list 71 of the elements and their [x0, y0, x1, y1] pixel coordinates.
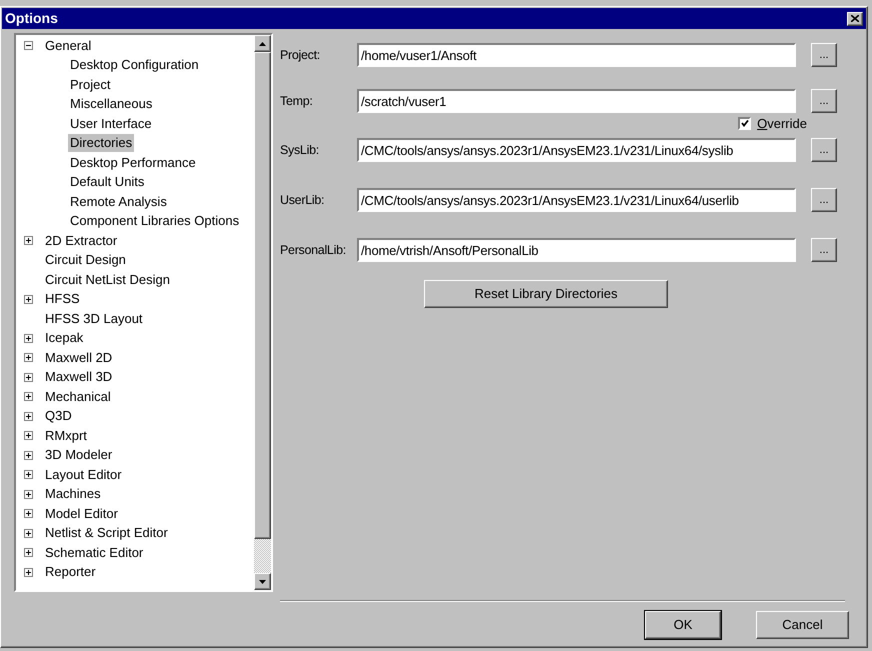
plus-box-icon[interactable]: [24, 548, 33, 558]
ok-button[interactable]: OK: [645, 611, 721, 639]
field-label: SysLib:: [280, 142, 320, 159]
tree-item[interactable]: HFSS 3D Layout: [43, 310, 145, 328]
tree-item[interactable]: Miscellaneous: [68, 95, 154, 114]
path-field[interactable]: /home/vuser1/Ansoft: [357, 43, 796, 67]
tree-item[interactable]: HFSS: [43, 290, 82, 308]
close-icon: [851, 15, 859, 22]
tree-item[interactable]: Netlist & Script Editor: [43, 524, 170, 542]
plus-box-icon[interactable]: [24, 372, 33, 382]
plus-box-icon[interactable]: [24, 392, 33, 402]
tree-item[interactable]: Machines: [43, 485, 103, 504]
path-field[interactable]: /CMC/tools/ansys/ansys.2023r1/AnsysEM23.1/v231/Linux64/syslib: [357, 138, 796, 162]
path-field[interactable]: /scratch/vuser1: [357, 89, 796, 113]
tree-item[interactable]: Desktop Configuration: [68, 56, 201, 74]
tree-item[interactable]: Mechanical: [43, 388, 113, 406]
tree-item[interactable]: Circuit Design: [43, 251, 128, 270]
tree-item[interactable]: Project: [68, 76, 112, 94]
path-field[interactable]: /CMC/tools/ansys/ansys.2023r1/AnsysEM23.1/v231/Linux64/userlib: [357, 188, 796, 212]
close-button[interactable]: [847, 12, 863, 26]
plus-box-icon[interactable]: [24, 334, 33, 343]
tree-item[interactable]: 3D Modeler: [43, 446, 114, 464]
tree-item[interactable]: Default Units: [68, 173, 146, 192]
tree-item[interactable]: Reporter: [43, 563, 98, 582]
tree-item[interactable]: Maxwell 3D: [43, 368, 114, 386]
plus-box-icon[interactable]: [24, 412, 33, 421]
window-title: Options: [5, 9, 58, 28]
field-label: Project:: [280, 46, 321, 64]
scroll-up-button[interactable]: [254, 35, 271, 52]
tree-item[interactable]: Directories: [68, 134, 134, 152]
override-checkbox[interactable]: [738, 117, 752, 130]
browse-button[interactable]: ...: [811, 43, 837, 67]
browse-button[interactable]: ...: [811, 138, 837, 162]
scroll-down-button[interactable]: [254, 573, 271, 590]
tree-item[interactable]: Icepak: [43, 329, 86, 348]
down-arrow-icon: [259, 580, 266, 584]
tree-item[interactable]: Desktop Performance: [68, 154, 198, 172]
plus-box-icon[interactable]: [24, 509, 33, 518]
tree-item[interactable]: Remote Analysis: [68, 192, 169, 211]
tree-item[interactable]: Layout Editor: [43, 466, 124, 484]
field-label: Temp:: [280, 92, 314, 110]
reset-button[interactable]: Reset Library Directories: [424, 280, 668, 308]
plus-box-icon[interactable]: [24, 568, 33, 577]
browse-button[interactable]: ...: [811, 188, 837, 212]
tree-item[interactable]: RMxprt: [43, 426, 89, 445]
tree-item[interactable]: Component Libraries Options: [68, 212, 242, 230]
tree-item[interactable]: 2D Extractor: [43, 232, 120, 250]
field-label: UserLib:: [280, 192, 326, 209]
tree-item[interactable]: Maxwell 2D: [43, 348, 114, 367]
tree-item[interactable]: Q3D: [43, 407, 74, 426]
tree-item[interactable]: General: [43, 36, 94, 55]
path-field[interactable]: /home/vtrish/Ansoft/PersonalLib: [357, 238, 796, 262]
cancel-button[interactable]: Cancel: [756, 611, 849, 639]
plus-box-icon[interactable]: [24, 450, 33, 460]
checkbox-label: Override: [757, 114, 807, 133]
plus-box-icon[interactable]: [24, 490, 33, 499]
field-label: PersonalLib:: [280, 242, 347, 259]
up-arrow-icon: [259, 42, 266, 46]
tree-item[interactable]: Schematic Editor: [43, 544, 146, 562]
plus-box-icon[interactable]: [24, 528, 33, 538]
browse-button[interactable]: ...: [811, 238, 837, 262]
plus-box-icon[interactable]: [24, 431, 33, 440]
plus-box-icon[interactable]: [24, 236, 33, 246]
browse-button[interactable]: ...: [811, 89, 837, 113]
tree-item[interactable]: User Interface: [68, 114, 154, 133]
plus-box-icon[interactable]: [24, 353, 33, 362]
plus-box-icon[interactable]: [24, 294, 33, 304]
tree-item[interactable]: Model Editor: [43, 504, 120, 523]
plus-box-icon[interactable]: [24, 470, 33, 480]
minus-box-icon[interactable]: [24, 41, 33, 50]
tree-item[interactable]: Circuit NetList Design: [43, 270, 172, 289]
